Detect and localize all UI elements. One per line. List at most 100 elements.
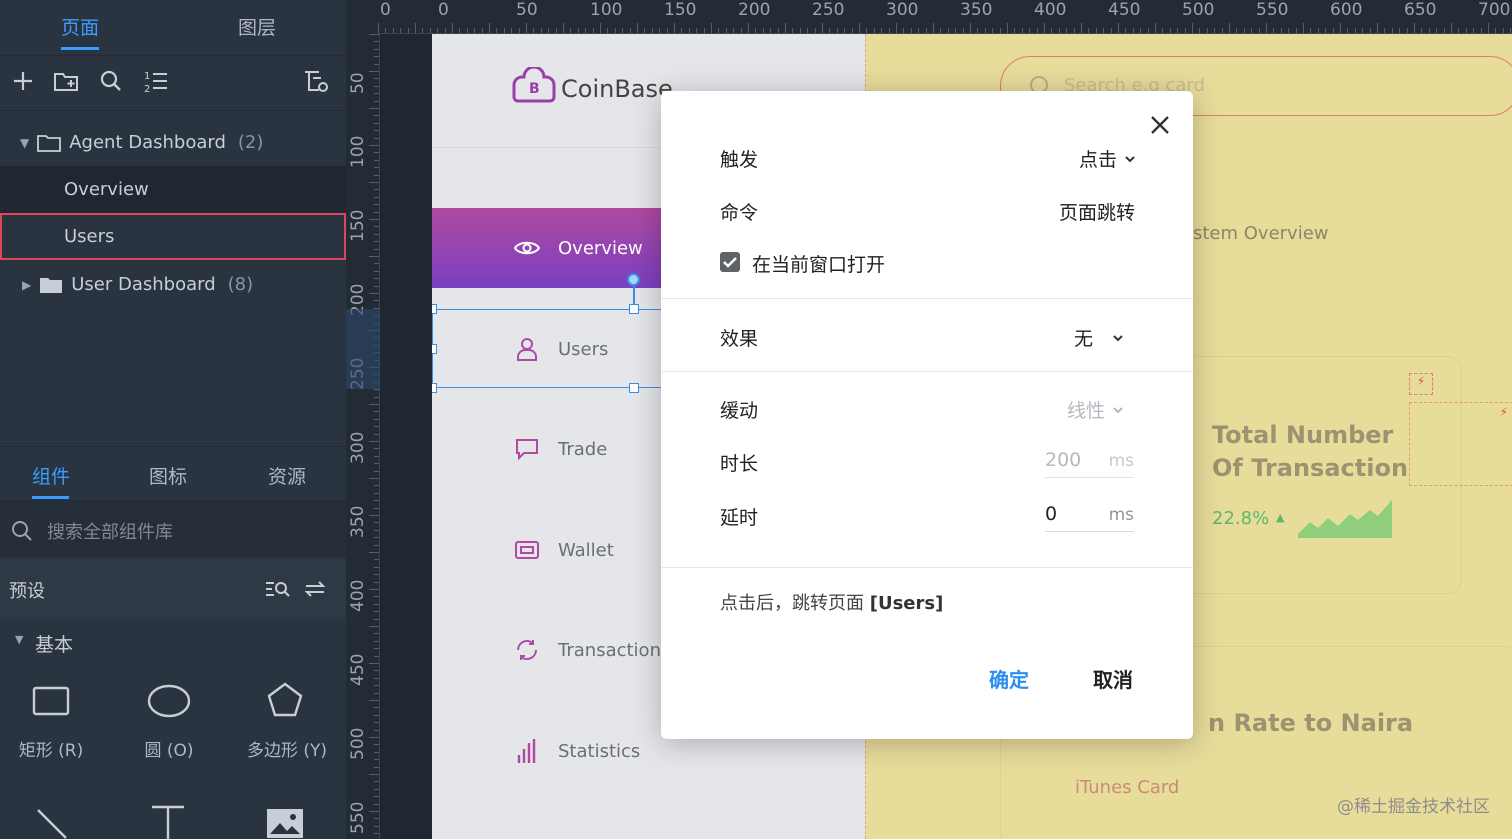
ruler-tick [792,28,794,33]
section-basic[interactable]: ▼ 基本 [0,620,346,664]
ruler-tick [1443,28,1445,33]
ruler-tick [369,589,379,590]
polygon-icon[interactable] [266,682,304,718]
ruler-tick [1251,28,1253,33]
add-folder-icon[interactable] [51,66,81,96]
ruler-tick [374,130,379,132]
logo-text: CoinBase [561,75,673,103]
component-polygon[interactable]: 多边形 (Y) [232,736,342,761]
hotspot-box[interactable]: ⚡ [1409,402,1512,486]
tab-resources[interactable]: 资源 [268,462,306,489]
ruler-tick [374,115,379,117]
resize-handle[interactable] [432,344,437,354]
ruler-tick [1436,28,1438,33]
filter-search-icon[interactable] [264,578,290,600]
delay-input[interactable]: 0 ms [1045,501,1134,532]
ruler-tick [681,28,683,33]
tab-active-underline [32,496,69,499]
ruler-tick [984,28,986,33]
chat-icon [514,436,540,462]
selection-box[interactable] [432,309,672,388]
dialog-divider [661,298,1193,299]
ruler-tick [374,122,379,124]
rectangle-icon[interactable] [32,686,70,716]
search-icon[interactable] [96,66,126,96]
chevron-right-icon[interactable]: ▶ [22,278,31,292]
tree-folder-user-dashboard[interactable]: ▶ User Dashboard (8) [0,261,346,308]
ruler-tick [1303,23,1304,33]
ruler-tick [1354,28,1356,33]
effect-label: 效果 [720,328,759,350]
ruler-tick [374,788,379,790]
line-icon[interactable] [36,808,68,839]
chevron-down-icon[interactable]: ▼ [20,136,29,150]
ruler-tick [369,71,379,72]
ruler-tick [807,28,809,33]
command-value[interactable]: 页面跳转 [1059,198,1135,225]
resize-handle[interactable] [629,304,639,314]
add-page-icon[interactable] [8,66,38,96]
text-icon[interactable] [150,804,186,839]
ordered-list-icon[interactable]: 12 [141,66,171,96]
interaction-marker-icon[interactable]: ⚡ [1409,373,1433,395]
image-icon[interactable] [266,808,304,839]
ruler-tick [962,28,964,33]
ruler-tick [1399,28,1401,33]
tab-layers[interactable]: 图层 [238,13,276,40]
component-search-bar[interactable]: 搜索全部组件库 [0,501,346,557]
open-current-label[interactable]: 在当前窗口打开 [752,250,885,277]
effect-select[interactable]: 无 [1074,324,1123,351]
card-title-line1: Total Number [1212,421,1394,449]
ruler-tick [1243,28,1245,33]
nav-item-transactions[interactable]: Transactions [432,610,672,690]
ruler-tick-label: 200 [738,0,771,20]
ellipse-icon[interactable] [147,684,191,718]
rotate-handle[interactable] [627,273,640,286]
swap-icon[interactable] [304,578,326,600]
ruler-tick [1332,28,1334,33]
trigger-select[interactable]: 点击 [1079,145,1135,172]
component-rectangle[interactable]: 矩形 (R) [0,736,106,761]
duration-input[interactable]: 200 ms [1045,447,1134,478]
ruler-tick [1347,28,1349,33]
resize-handle[interactable] [432,383,437,393]
tree-page-users[interactable]: Users [0,213,346,260]
open-current-checkbox[interactable] [720,252,740,272]
preset-row[interactable]: 预设 [0,559,346,617]
tab-pages[interactable]: 页面 [61,13,99,40]
ruler-tick [374,670,379,672]
ruler-tick-label: 600 [1330,0,1363,20]
nav-item-trade[interactable]: Trade [432,409,672,489]
chevron-down-icon[interactable]: ▼ [15,633,23,646]
nav-item-wallet[interactable]: Wallet [432,510,672,590]
ruler-tick [374,433,379,435]
ruler-tick [666,28,668,33]
component-circle[interactable]: 圆 (O) [114,736,224,761]
nav-label: Wallet [558,539,614,561]
ruler-top: 0 0 50 100 150 200 250 300 350 400 450 500 550 600 650… [378,0,1512,34]
close-icon[interactable] [1150,115,1170,135]
ruler-tick [910,28,912,33]
ruler-tick [1317,28,1319,33]
ruler-tick [444,28,446,33]
ruler-tick [888,28,890,33]
ruler-tick [374,152,379,154]
nav-item-statistics[interactable]: Statistics [432,711,672,791]
cancel-button[interactable]: 取消 [1093,664,1133,693]
ruler-tick [881,28,883,33]
ruler-tick [369,774,379,775]
resize-handle[interactable] [432,304,437,314]
tab-icons[interactable]: 图标 [149,462,187,489]
tree-page-overview[interactable]: Overview [0,166,346,213]
resize-handle[interactable] [629,383,639,393]
easing-select[interactable]: 线性 [1067,396,1123,423]
tab-components[interactable]: 组件 [32,462,70,489]
ruler-tick [385,28,387,33]
tree-folder-agent-dashboard[interactable]: ▼ Agent Dashboard (2) [0,119,346,166]
confirm-button[interactable]: 确定 [989,664,1029,693]
ruler-tick [829,28,831,33]
ruler-tick [1199,28,1201,33]
ruler-tick [369,626,379,627]
page-settings-icon[interactable] [301,66,331,96]
ruler-tick-label: 0 [438,0,449,20]
